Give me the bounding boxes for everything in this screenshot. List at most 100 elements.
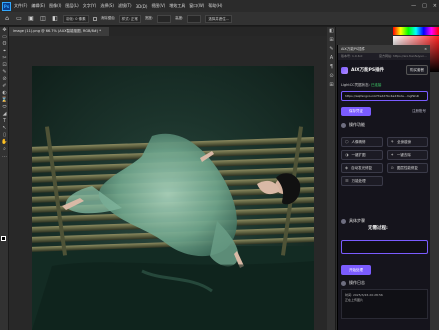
menu-help[interactable]: 帮助(H) bbox=[208, 3, 222, 9]
document-tab-bar: image (11).png @ 66.7% (AUX智能抠图, RGB/8#)… bbox=[9, 27, 327, 36]
path-select-tool-icon[interactable]: ↖ bbox=[0, 125, 9, 132]
plugin-titlebar: AIX万能PS插件 × bbox=[338, 45, 430, 53]
close-icon[interactable]: × bbox=[433, 2, 437, 10]
select-and-mask-button[interactable]: 选择并遮住... bbox=[205, 14, 233, 23]
properties-panel-icon[interactable]: ⊞ bbox=[327, 36, 336, 45]
paragraph-panel-icon[interactable]: ¶ bbox=[327, 63, 336, 72]
marquee-tool-icon[interactable]: ▭ bbox=[0, 34, 9, 41]
healing-tool-icon[interactable]: ⊘ bbox=[0, 76, 9, 83]
steps-icon bbox=[341, 218, 346, 224]
foreground-color-swatch[interactable] bbox=[1, 236, 6, 241]
move-tool-icon[interactable]: ✥ bbox=[0, 27, 9, 34]
brush-tool-icon[interactable]: ✐ bbox=[0, 83, 9, 90]
register-account-link[interactable]: 注册账号 bbox=[412, 109, 426, 114]
expand-image-button[interactable]: ◑ 一键扩图 bbox=[341, 150, 383, 160]
photoshop-logo[interactable]: Ps bbox=[2, 1, 11, 11]
character-panel-icon[interactable]: A bbox=[327, 54, 336, 63]
photo-illustration bbox=[32, 126, 314, 330]
body-slim-button[interactable]: ⚘ 全身瘦身 bbox=[386, 137, 428, 147]
more-tools-icon[interactable]: … bbox=[0, 153, 9, 160]
marquee-tool-icon[interactable]: ▭ bbox=[15, 15, 23, 23]
glow-icon: ◈ bbox=[345, 165, 349, 170]
history-panel-icon[interactable]: ◧ bbox=[327, 27, 336, 36]
panel-icon-strip: ◧ ⊞ ✎ A ¶ ⊙ ⊞ bbox=[327, 27, 336, 330]
menu-view[interactable]: 视图(V) bbox=[151, 3, 165, 9]
gradient-tool-icon[interactable]: ◢ bbox=[0, 111, 9, 118]
log-line: 正在上传图片 bbox=[345, 298, 364, 302]
feature-label: 全身瘦身 bbox=[397, 140, 412, 144]
lasso-tool-icon[interactable]: ʘ bbox=[0, 41, 9, 48]
document-image[interactable] bbox=[32, 66, 314, 330]
features-icon bbox=[341, 122, 346, 128]
menu-layer[interactable]: 图层(L) bbox=[65, 3, 78, 9]
one-click-remove-button[interactable]: ✦ 一键去除 bbox=[386, 150, 428, 160]
window-controls: — □ × bbox=[411, 2, 437, 10]
hue-slider[interactable] bbox=[393, 27, 439, 35]
operation-log: 时间: 2025/3/26 20:28:56 正在上传图片 bbox=[341, 289, 428, 319]
menu-file[interactable]: 文件(F) bbox=[14, 3, 27, 9]
menu-edit[interactable]: 编辑(E) bbox=[31, 3, 45, 9]
layers-panel-icon[interactable]: ⊞ bbox=[327, 81, 336, 90]
clone-stamp-tool-icon[interactable]: ◐ bbox=[0, 90, 9, 97]
credential-input[interactable]: https://aiqfengxiu.lzcf7edd7bc4a23b2a...… bbox=[341, 91, 428, 101]
portrait-retouch-button[interactable]: ⬡ 人像精修 bbox=[341, 137, 383, 147]
height-label: 高度: bbox=[175, 16, 184, 20]
plugin-title: AIX万能PS插件 bbox=[341, 47, 366, 51]
version-label: 版本号: 1.0.6.0 bbox=[341, 54, 363, 58]
add-selection-icon[interactable]: ◫ bbox=[39, 15, 47, 23]
document-tab[interactable]: image (11).png @ 66.7% (AUX智能抠图, RGB/8#)… bbox=[9, 27, 109, 36]
feature-label: 一键扩图 bbox=[351, 153, 366, 157]
brush-panel-icon[interactable]: ✎ bbox=[327, 45, 336, 54]
body-icon: ⚘ bbox=[390, 139, 395, 144]
feature-label: 图层性能修复 bbox=[396, 166, 418, 170]
width-field[interactable] bbox=[157, 14, 172, 23]
layer-icon: ⊙ bbox=[390, 165, 394, 170]
close-icon[interactable]: × bbox=[424, 45, 427, 53]
quick-select-tool-icon[interactable]: ⌖ bbox=[0, 48, 9, 55]
eraser-tool-icon[interactable]: ⬭ bbox=[0, 104, 9, 111]
sparkle-icon: ✦ bbox=[390, 152, 394, 157]
shape-tool-icon[interactable]: ▯ bbox=[0, 132, 9, 139]
frame-tool-icon[interactable]: ⊡ bbox=[0, 62, 9, 69]
start-process-button[interactable]: 开始处理 bbox=[341, 265, 371, 275]
log-section-header: 操作日志 bbox=[341, 280, 365, 286]
crop-tool-icon[interactable]: ✂ bbox=[0, 55, 9, 62]
maximize-icon[interactable]: □ bbox=[422, 2, 427, 10]
subtract-selection-icon[interactable]: ◧ bbox=[51, 15, 59, 23]
plugin-info-bar: 版本号: 1.0.6.0 官方网站: https://aix.tianfeiyu… bbox=[338, 53, 430, 60]
antialias-checkbox[interactable] bbox=[92, 16, 97, 21]
eyedropper-tool-icon[interactable]: ✎ bbox=[0, 69, 9, 76]
website-link[interactable]: 官方网站: https://aix.tianfeiyun... bbox=[379, 53, 427, 60]
auto-glow-fix-button[interactable]: ◈ 自动发光修复 bbox=[341, 163, 383, 173]
purchase-plan-button[interactable]: 购买套餐 bbox=[406, 65, 428, 75]
width-label: 宽度: bbox=[144, 16, 154, 20]
history-brush-tool-icon[interactable]: ⌛ bbox=[0, 97, 9, 104]
feature-label: 万能处理 bbox=[351, 179, 366, 183]
no-steps-label: 无需过程: bbox=[368, 226, 388, 231]
panel-scrollbar[interactable] bbox=[430, 72, 439, 330]
menu-3d[interactable]: 3D(D) bbox=[136, 4, 148, 9]
feature-grid: ⬡ 人像精修 ⚘ 全身瘦身 ◑ 一键扩图 ✦ 一键去除 ◈ 自动发光修复 ⊙ 图层性能修复 … bbox=[341, 137, 428, 186]
save-credential-button[interactable]: 保存凭证 bbox=[341, 107, 371, 116]
style-select[interactable]: 样式: 正常 bbox=[118, 14, 141, 23]
steps-input[interactable] bbox=[341, 240, 428, 254]
menu-select[interactable]: 选择(S) bbox=[100, 3, 114, 9]
menu-image[interactable]: 图像(I) bbox=[49, 3, 61, 9]
new-selection-icon[interactable]: ▣ bbox=[27, 15, 35, 23]
universal-process-button[interactable]: ☰ 万能处理 bbox=[341, 176, 383, 186]
hand-tool-icon[interactable]: ✋ bbox=[0, 139, 9, 146]
home-icon[interactable]: ⌂ bbox=[3, 15, 11, 23]
zoom-tool-icon[interactable]: ⌕ bbox=[0, 146, 9, 153]
height-field[interactable] bbox=[187, 14, 202, 23]
adjustments-panel-icon[interactable]: ⊙ bbox=[327, 72, 336, 81]
layer-performance-fix-button[interactable]: ⊙ 图层性能修复 bbox=[386, 163, 428, 173]
menu-filter[interactable]: 滤镜(T) bbox=[118, 3, 132, 9]
feather-field[interactable]: 羽化: 0 像素 bbox=[63, 14, 89, 23]
menu-type[interactable]: 文字(Y) bbox=[83, 3, 97, 9]
menu-plugins[interactable]: 增效工具 bbox=[169, 3, 185, 9]
minimize-icon[interactable]: — bbox=[411, 2, 416, 10]
menu-window[interactable]: 窗口(W) bbox=[189, 3, 204, 9]
type-tool-icon[interactable]: T bbox=[0, 118, 9, 125]
feature-label: 人像精修 bbox=[351, 140, 366, 144]
steps-section-header: 具体步骤 bbox=[341, 218, 365, 224]
